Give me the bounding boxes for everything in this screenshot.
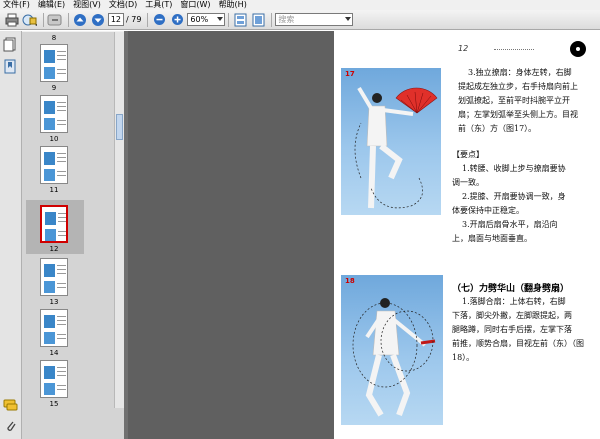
- text-line: 上，扇面与地面垂直。: [452, 234, 532, 243]
- toolbar: 12 / 79 60% 搜索: [0, 10, 600, 30]
- text-line: 1.转腰、收脚上步与撩扇要协: [462, 164, 566, 173]
- text-line: 1.落脚合扇：上体右转，右脚: [462, 297, 566, 306]
- tai-chi-fan-figure: [352, 298, 436, 417]
- header-rule: [494, 49, 534, 50]
- page-thumbnail[interactable]: [40, 258, 68, 296]
- thumbnail-label: 12: [49, 245, 59, 253]
- thumbnail-label: 9: [51, 84, 57, 92]
- page-thumbnail[interactable]: [40, 360, 68, 398]
- figure-photo-17: 17: [341, 68, 441, 215]
- text-line: 划弧撩起，至前平时抖腕平立开: [458, 96, 570, 105]
- scrollbar-thumb[interactable]: [116, 114, 123, 140]
- navigation-rail: [0, 31, 22, 439]
- menu-tools[interactable]: 工具(T): [145, 0, 172, 10]
- attachment-icon[interactable]: [3, 419, 18, 434]
- figure-label: 17: [345, 70, 355, 78]
- figure-photo-18: 18: [341, 275, 443, 425]
- figure-label: 18: [345, 277, 355, 285]
- search-input[interactable]: 搜索: [275, 13, 354, 26]
- pages-panel-icon[interactable]: [3, 37, 18, 52]
- menu-window[interactable]: 窗口(W): [180, 0, 210, 10]
- text-line: 提起成左独立步，右手持扇向前上: [458, 82, 578, 91]
- key-points-title: 【要点】: [452, 150, 484, 159]
- zoom-value: 60%: [190, 15, 209, 24]
- instruction-paragraph-1: 3.独立撩扇：身体左转，右脚 提起成左独立步，右手持扇向前上 划弧撩起，至前平时…: [458, 66, 598, 136]
- text-line: 前推，顺势合扇，目视左前（东）（图: [452, 339, 584, 348]
- chevron-down-icon: [345, 17, 352, 21]
- thumbnail-list: 8 9 10 11 12 13 14 15: [22, 32, 124, 408]
- text-line: 2.提膝、开扇要协调一致，身: [462, 192, 566, 201]
- page-thumbnail[interactable]: [40, 95, 68, 133]
- text-line: 3.开扇后扇骨水平，扇沿向: [462, 220, 558, 229]
- zoom-select[interactable]: 60%: [187, 13, 226, 26]
- menu-bar: 文件(F) 编辑(E) 视图(V) 文档(D) 工具(T) 窗口(W) 帮助(H…: [0, 0, 600, 10]
- thumbnail-label: 14: [49, 349, 59, 357]
- page-number-input[interactable]: 12: [108, 13, 124, 26]
- hand-tool-icon[interactable]: [47, 12, 63, 28]
- text-line: 腿略蹲，同时右手后摆，左掌下落: [452, 325, 572, 334]
- section-title: （七）力劈华山（翻身劈扇）: [452, 284, 570, 294]
- thumbnail-label: 15: [49, 400, 59, 408]
- thumbnail-label: 11: [49, 186, 59, 194]
- menu-edit[interactable]: 编辑(E): [38, 0, 65, 10]
- menu-help[interactable]: 帮助(H): [219, 0, 247, 10]
- prev-page-icon[interactable]: [72, 12, 88, 28]
- search-placeholder: 搜索: [278, 15, 295, 24]
- page-thumbnail[interactable]: [40, 309, 68, 347]
- toolbar-separator: [228, 12, 230, 27]
- thumbnail-label: 13: [49, 298, 59, 306]
- toolbar-separator: [147, 12, 149, 27]
- text-line: 扇；左掌划弧举至头侧上方。目视: [458, 110, 578, 119]
- text-line: 3.独立撩扇：身体左转，右脚: [468, 68, 572, 77]
- instruction-paragraph-2: 1.落脚合扇：上体右转，右脚 下落，脚尖外撇，左脚跟提起，两 腿略蹲，同时右手后…: [452, 295, 598, 365]
- menu-file[interactable]: 文件(F): [3, 0, 30, 10]
- fit-page-icon[interactable]: [232, 12, 248, 28]
- menu-view[interactable]: 视图(V): [73, 0, 101, 10]
- toolbar-separator: [43, 12, 44, 27]
- comments-icon[interactable]: [3, 398, 18, 413]
- toolbar-separator: [68, 12, 69, 27]
- thumbnail-scrollbar[interactable]: [114, 32, 124, 408]
- page-total: / 79: [126, 15, 142, 24]
- text-line: 调一致。: [452, 178, 484, 187]
- zoom-out-icon[interactable]: [151, 12, 167, 28]
- fit-width-icon[interactable]: [250, 12, 266, 28]
- key-points: 【要点】 1.转腰、收脚上步与撩扇要协 调一致。 2.提膝、开扇要协调一致，身 …: [452, 148, 598, 246]
- next-page-icon[interactable]: [90, 12, 106, 28]
- export-icon[interactable]: [22, 12, 38, 28]
- thumbnail-label: 10: [49, 135, 59, 143]
- page-thumbnail[interactable]: [40, 146, 68, 184]
- text-line: 前（东）方（图17）。: [458, 124, 537, 133]
- text-line: 下落，脚尖外撇，左脚跟提起，两: [452, 311, 572, 320]
- page-thumbnail-selected[interactable]: [40, 205, 68, 243]
- text-line: 18）。: [452, 353, 475, 362]
- header-dot-ornament: [570, 41, 586, 57]
- toolbar-separator: [271, 12, 273, 27]
- chevron-down-icon: [217, 17, 224, 21]
- page-thumbnail[interactable]: [40, 44, 68, 82]
- document-page: 12 17 3.独立撩扇：身体左转，右脚 提起成左独立步，右手持扇向前上 划弧撩…: [334, 31, 600, 439]
- thumbnail-label: 8: [51, 34, 57, 42]
- print-icon[interactable]: [4, 12, 20, 28]
- page-number-header: 12: [458, 44, 469, 53]
- text-line: 体要保持中正稳定。: [452, 206, 524, 215]
- menu-document[interactable]: 文档(D): [109, 0, 137, 10]
- tai-chi-fan-figure: [354, 86, 438, 209]
- document-background: [128, 31, 334, 439]
- bookmarks-panel-icon[interactable]: [3, 59, 18, 74]
- zoom-in-icon[interactable]: [169, 12, 185, 28]
